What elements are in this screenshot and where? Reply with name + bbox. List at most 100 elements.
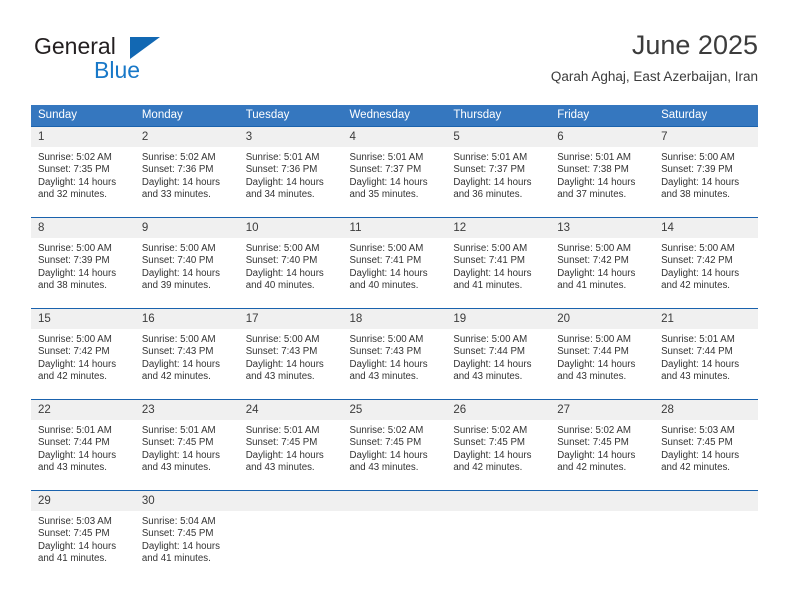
calendar-day-cell[interactable]: 14 Sunrise: 5:00 AM Sunset: 7:42 PM Dayligh…	[654, 218, 758, 308]
calendar-day-cell[interactable]: 5 Sunrise: 5:01 AM Sunset: 7:37 PM Daylight…	[446, 127, 551, 217]
daylight-duration-line2: and 42 minutes.	[453, 462, 523, 474]
sunset-time: Sunset: 7:39 PM	[38, 255, 110, 267]
sunset-time: Sunset: 7:44 PM	[38, 437, 110, 449]
sunset-time: Sunset: 7:40 PM	[245, 255, 318, 267]
daylight-duration-line1: Daylight: 14 hours	[141, 176, 220, 188]
calendar-day-cell[interactable]: 28 Sunrise: 5:03 AM Sunset: 7:45 PM Dayligh…	[654, 400, 758, 490]
daylight-duration-line2: and 43 minutes.	[453, 371, 523, 383]
sunset-time: Sunset: 7:43 PM	[245, 346, 318, 358]
day-cell-inner	[550, 491, 655, 581]
sunrise-time: Sunrise: 5:00 AM	[245, 334, 320, 345]
sunset-time: Sunset: 7:40 PM	[141, 255, 214, 267]
day-cell-inner	[446, 491, 551, 581]
weekday-header-wednesday: Wednesday	[342, 105, 447, 126]
sunrise-time: Sunrise: 5:01 AM	[245, 152, 320, 163]
calendar-day-cell[interactable]: 24 Sunrise: 5:01 AM Sunset: 7:45 PM Dayligh…	[238, 400, 343, 490]
daylight-duration-line1: Daylight: 14 hours	[661, 176, 740, 188]
day-cell-inner: 10 Sunrise: 5:00 AM Sunset: 7:40 PM Dayligh…	[238, 218, 343, 308]
calendar-day-cell[interactable]	[446, 491, 551, 581]
daylight-duration-line1: Daylight: 14 hours	[245, 267, 324, 279]
daylight-duration-line1: Daylight: 14 hours	[557, 358, 636, 370]
sunrise-time: Sunrise: 5:02 AM	[453, 425, 528, 436]
day-number: 11	[342, 218, 447, 238]
calendar-day-cell[interactable]: 11 Sunrise: 5:00 AM Sunset: 7:41 PM Dayligh…	[342, 218, 447, 308]
calendar-week-row: 1 Sunrise: 5:02 AM Sunset: 7:35 PM Daylight…	[31, 127, 758, 217]
daylight-duration-line1: Daylight: 14 hours	[557, 449, 636, 461]
sunset-time: Sunset: 7:43 PM	[141, 346, 214, 358]
calendar-day-cell[interactable]: 26 Sunrise: 5:02 AM Sunset: 7:45 PM Dayligh…	[446, 400, 551, 490]
calendar-day-cell[interactable]: 1 Sunrise: 5:02 AM Sunset: 7:35 PM Daylight…	[31, 127, 135, 217]
calendar-day-cell[interactable]: 25 Sunrise: 5:02 AM Sunset: 7:45 PM Dayligh…	[342, 400, 447, 490]
calendar-day-cell[interactable]	[342, 491, 447, 581]
daylight-duration-line2: and 36 minutes.	[453, 189, 523, 201]
day-cell-inner: 27 Sunrise: 5:02 AM Sunset: 7:45 PM Dayligh…	[550, 400, 655, 490]
day-number: 2	[134, 127, 239, 147]
calendar-day-cell[interactable]: 8 Sunrise: 5:00 AM Sunset: 7:39 PM Daylight…	[31, 218, 135, 308]
daylight-duration-line1: Daylight: 14 hours	[661, 358, 740, 370]
calendar-day-cell[interactable]: 6 Sunrise: 5:01 AM Sunset: 7:38 PM Daylight…	[550, 127, 655, 217]
calendar-day-cell[interactable]: 22 Sunrise: 5:01 AM Sunset: 7:44 PM Dayligh…	[31, 400, 135, 490]
calendar-day-cell[interactable]: 9 Sunrise: 5:00 AM Sunset: 7:40 PM Daylight…	[134, 218, 239, 308]
page-header: General Blue June 2025 Qarah Aghaj, East…	[0, 0, 792, 100]
sunset-time: Sunset: 7:36 PM	[245, 164, 318, 176]
day-number: 28	[654, 400, 758, 420]
logo-top-row: General	[34, 33, 254, 59]
daylight-duration-line2: and 42 minutes.	[661, 280, 730, 292]
sunset-time: Sunset: 7:38 PM	[557, 164, 629, 176]
day-cell-inner: 22 Sunrise: 5:01 AM Sunset: 7:44 PM Dayligh…	[31, 400, 135, 490]
calendar-day-cell[interactable]: 23 Sunrise: 5:01 AM Sunset: 7:45 PM Dayligh…	[134, 400, 239, 490]
day-cell-inner: 14 Sunrise: 5:00 AM Sunset: 7:42 PM Dayligh…	[654, 218, 758, 308]
calendar-day-cell[interactable]: 21 Sunrise: 5:01 AM Sunset: 7:44 PM Dayligh…	[654, 309, 758, 399]
day-details: Sunrise: 5:01 AM Sunset: 7:36 PM Daylight:…	[239, 147, 343, 202]
calendar-day-cell[interactable]: 18 Sunrise: 5:00 AM Sunset: 7:43 PM Dayligh…	[342, 309, 447, 399]
daylight-duration-line2: and 39 minutes.	[141, 280, 211, 292]
calendar-day-cell[interactable]: 29 Sunrise: 5:03 AM Sunset: 7:45 PM Dayligh…	[31, 491, 135, 581]
daylight-duration-line1: Daylight: 14 hours	[38, 449, 117, 461]
calendar-day-cell[interactable]: 30 Sunrise: 5:04 AM Sunset: 7:45 PM Dayligh…	[134, 491, 239, 581]
calendar-day-cell[interactable]: 27 Sunrise: 5:02 AM Sunset: 7:45 PM Dayligh…	[550, 400, 655, 490]
title-block: June 2025 Qarah Aghaj, East Azerbaijan, …	[551, 28, 758, 85]
sunset-time: Sunset: 7:35 PM	[38, 164, 110, 176]
calendar-day-cell[interactable]	[654, 491, 758, 581]
daylight-duration-line2: and 43 minutes.	[141, 462, 211, 474]
day-cell-inner: 28 Sunrise: 5:03 AM Sunset: 7:45 PM Dayligh…	[654, 400, 758, 490]
sunset-time: Sunset: 7:44 PM	[557, 346, 629, 358]
calendar-day-cell[interactable]: 15 Sunrise: 5:00 AM Sunset: 7:42 PM Dayligh…	[31, 309, 135, 399]
calendar-day-cell[interactable]: 16 Sunrise: 5:00 AM Sunset: 7:43 PM Dayligh…	[134, 309, 239, 399]
day-details: Sunrise: 5:00 AM Sunset: 7:39 PM Daylight:…	[654, 147, 758, 202]
calendar-day-cell[interactable]: 4 Sunrise: 5:01 AM Sunset: 7:37 PM Daylight…	[342, 127, 447, 217]
day-number: 29	[31, 491, 135, 511]
calendar-day-cell[interactable]: 2 Sunrise: 5:02 AM Sunset: 7:36 PM Daylight…	[134, 127, 239, 217]
daylight-duration-line2: and 42 minutes.	[38, 371, 107, 383]
calendar-day-cell[interactable]: 17 Sunrise: 5:00 AM Sunset: 7:43 PM Dayligh…	[238, 309, 343, 399]
calendar-day-cell[interactable]: 19 Sunrise: 5:00 AM Sunset: 7:44 PM Dayligh…	[446, 309, 551, 399]
sunset-time: Sunset: 7:42 PM	[661, 255, 733, 267]
day-details: Sunrise: 5:01 AM Sunset: 7:38 PM Daylight:…	[550, 147, 654, 202]
sunrise-time: Sunrise: 5:00 AM	[141, 243, 216, 254]
sunrise-time: Sunrise: 5:00 AM	[557, 243, 631, 254]
calendar-day-cell[interactable]: 7 Sunrise: 5:00 AM Sunset: 7:39 PM Daylight…	[654, 127, 758, 217]
calendar-page: General Blue June 2025 Qarah Aghaj, East…	[0, 0, 792, 612]
day-number: 9	[134, 218, 239, 238]
calendar-day-cell[interactable]: 13 Sunrise: 5:00 AM Sunset: 7:42 PM Dayligh…	[550, 218, 655, 308]
calendar-day-cell[interactable]: 20 Sunrise: 5:00 AM Sunset: 7:44 PM Dayligh…	[550, 309, 655, 399]
calendar-week-row: 15 Sunrise: 5:00 AM Sunset: 7:42 PM Dayligh…	[31, 309, 758, 399]
logo-text-blue: Blue	[94, 57, 141, 83]
day-number: 17	[238, 309, 343, 329]
day-cell-inner: 30 Sunrise: 5:04 AM Sunset: 7:45 PM Dayligh…	[134, 491, 239, 581]
daylight-duration-line2: and 40 minutes.	[245, 280, 315, 292]
calendar-day-cell[interactable]: 12 Sunrise: 5:00 AM Sunset: 7:41 PM Dayligh…	[446, 218, 551, 308]
daylight-duration-line1: Daylight: 14 hours	[141, 358, 220, 370]
day-details: Sunrise: 5:01 AM Sunset: 7:37 PM Daylight:…	[446, 147, 550, 202]
calendar-day-cell[interactable]: 10 Sunrise: 5:00 AM Sunset: 7:40 PM Dayligh…	[238, 218, 343, 308]
calendar-day-cell[interactable]	[550, 491, 655, 581]
sunset-time: Sunset: 7:44 PM	[453, 346, 525, 358]
day-details: Sunrise: 5:00 AM Sunset: 7:42 PM Daylight:…	[550, 238, 654, 293]
calendar-week-row: 29 Sunrise: 5:03 AM Sunset: 7:45 PM Dayligh…	[31, 491, 758, 581]
sunrise-time: Sunrise: 5:03 AM	[661, 425, 735, 436]
calendar-day-cell[interactable]: 3 Sunrise: 5:01 AM Sunset: 7:36 PM Daylight…	[238, 127, 343, 217]
calendar-day-cell[interactable]	[238, 491, 343, 581]
day-cell-inner: 8 Sunrise: 5:00 AM Sunset: 7:39 PM Daylight…	[31, 218, 135, 308]
day-number: 30	[134, 491, 239, 511]
day-number: 25	[342, 400, 447, 420]
